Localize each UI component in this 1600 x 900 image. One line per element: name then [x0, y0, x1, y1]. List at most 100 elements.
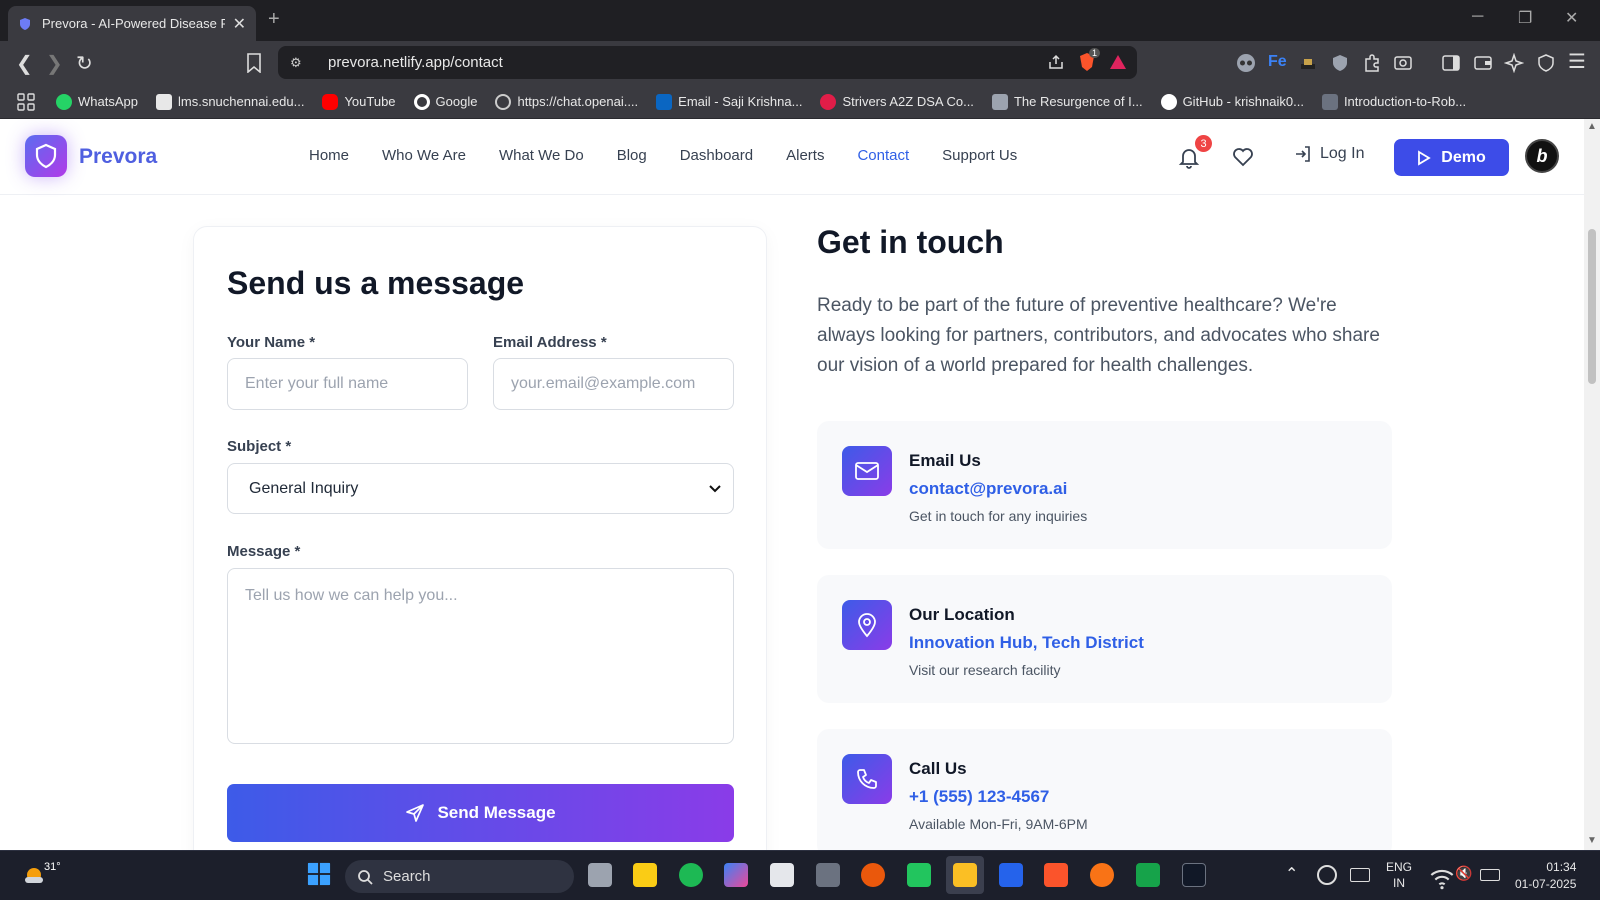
new-tab-button[interactable]: +: [268, 8, 280, 31]
speaker-muted-icon[interactable]: 🔇: [1455, 865, 1472, 882]
prevora-logo[interactable]: [25, 135, 67, 177]
forward-icon[interactable]: ❯: [46, 51, 63, 76]
page-scrollbar[interactable]: ▲ ▼: [1584, 119, 1600, 850]
brand-name[interactable]: Prevora: [79, 145, 157, 169]
pycharm-icon[interactable]: [907, 863, 931, 887]
address-bar[interactable]: ⚙ prevora.netlify.app/contact 1: [278, 46, 1137, 79]
powerpoint-icon[interactable]: [861, 863, 885, 887]
extension-shield-icon[interactable]: [1330, 53, 1350, 73]
share-icon[interactable]: [1047, 53, 1065, 71]
leo-ai-icon[interactable]: [1504, 53, 1524, 73]
minimize-icon[interactable]: ─: [1472, 8, 1483, 26]
brave-shields-icon[interactable]: 1: [1077, 48, 1101, 72]
bookmark-label: Google: [435, 94, 478, 109]
bookmark-strivers[interactable]: Strivers A2Z DSA Co...: [820, 93, 974, 110]
bookmark-whatsapp[interactable]: WhatsApp: [56, 93, 138, 110]
email-link[interactable]: contact@prevora.ai: [909, 479, 1067, 499]
bookmark-robotics[interactable]: Introduction-to-Rob...: [1321, 93, 1466, 110]
screenshot-icon[interactable]: [1393, 53, 1413, 73]
address-url[interactable]: prevora.netlify.app/contact: [328, 54, 503, 71]
keyboard-icon[interactable]: [1350, 868, 1370, 882]
nav-contact[interactable]: Contact: [857, 147, 909, 164]
taskbar-search[interactable]: Search: [345, 860, 574, 893]
nav-dashboard[interactable]: Dashboard: [680, 147, 753, 164]
windows-start-icon[interactable]: [307, 862, 331, 886]
scroll-up-icon[interactable]: ▲: [1587, 121, 1597, 132]
reload-icon[interactable]: ↻: [76, 51, 93, 76]
browser-tab-active[interactable]: Prevora - AI-Powered Disease Pr ✕: [8, 6, 256, 41]
terminal-icon[interactable]: [1182, 863, 1206, 887]
weather-widget[interactable]: 31°: [20, 861, 61, 889]
send-message-label: Send Message: [437, 803, 556, 822]
bookmark-email[interactable]: Email - Saji Krishna...: [656, 93, 802, 110]
tray-chevron-up-icon[interactable]: ⌃: [1285, 864, 1298, 884]
bookmark-chatgpt[interactable]: https://chat.openai....: [495, 93, 638, 110]
wallet-icon[interactable]: [1473, 53, 1493, 73]
whatsapp-icon: [56, 93, 72, 110]
clock-time: 01:34: [1546, 860, 1577, 874]
extension-hat-icon[interactable]: [1298, 53, 1318, 73]
task-view-icon[interactable]: [588, 863, 612, 887]
brave-rewards-icon[interactable]: [1109, 53, 1127, 71]
back-icon[interactable]: ❮: [16, 51, 33, 76]
extension-glasses-icon[interactable]: [1236, 53, 1256, 73]
demo-button[interactable]: Demo: [1394, 139, 1509, 176]
phone-link[interactable]: +1 (555) 123-4567: [909, 787, 1049, 807]
snipping-tool-icon[interactable]: [770, 863, 794, 887]
file-explorer-icon[interactable]: [953, 863, 977, 887]
email-input[interactable]: your.email@example.com: [493, 358, 734, 410]
vpn-icon[interactable]: [1536, 53, 1556, 73]
extension-fe-icon[interactable]: Fe: [1268, 53, 1288, 73]
firefox-icon[interactable]: [1090, 863, 1114, 887]
brave-shields-count: 1: [1089, 48, 1101, 58]
play-icon: [1418, 149, 1432, 166]
brave-icon[interactable]: [1044, 863, 1068, 887]
nav-alerts[interactable]: Alerts: [786, 147, 824, 164]
send-message-button[interactable]: Send Message: [227, 784, 734, 842]
restore-icon[interactable]: ❐: [1518, 8, 1532, 28]
location-link[interactable]: Innovation Hub, Tech District: [909, 633, 1144, 653]
mail-icon: [842, 446, 892, 496]
word-icon[interactable]: [999, 863, 1023, 887]
camera-icon[interactable]: [816, 863, 840, 887]
message-textarea[interactable]: Tell us how we can help you...: [227, 568, 734, 744]
site-settings-icon[interactable]: ⚙: [290, 55, 308, 71]
bookmark-google[interactable]: Google: [413, 93, 478, 110]
language-indicator[interactable]: ENG IN: [1386, 859, 1412, 891]
bookmark-icon[interactable]: [246, 53, 262, 73]
close-window-icon[interactable]: ✕: [1565, 8, 1578, 28]
sidebar-icon[interactable]: [1441, 53, 1461, 73]
apps-grid-icon[interactable]: [16, 92, 36, 112]
wifi-icon[interactable]: [1430, 867, 1454, 891]
shield-logo-icon: [35, 143, 57, 169]
bookmark-resurgence[interactable]: The Resurgence of I...: [991, 93, 1143, 110]
nav-blog[interactable]: Blog: [617, 147, 647, 164]
name-input[interactable]: Enter your full name: [227, 358, 468, 410]
spotify-icon[interactable]: [679, 863, 703, 887]
heart-icon[interactable]: [1231, 145, 1255, 169]
nav-support-us[interactable]: Support Us: [942, 147, 1017, 164]
clock[interactable]: 01:34 01-07-2025: [1515, 859, 1576, 893]
browser-menu-icon[interactable]: ☰: [1568, 49, 1586, 74]
nav-what-we-do[interactable]: What We Do: [499, 147, 584, 164]
nav-who-we-are[interactable]: Who We Are: [382, 147, 466, 164]
subject-selected-value: General Inquiry: [249, 479, 359, 497]
user-avatar[interactable]: b: [1525, 139, 1559, 173]
subject-select[interactable]: General Inquiry: [227, 463, 734, 514]
battery-icon[interactable]: [1480, 869, 1500, 881]
sticky-notes-icon[interactable]: [633, 863, 657, 887]
bookmark-github[interactable]: GitHub - krishnaik0...: [1160, 93, 1304, 110]
bookmark-youtube[interactable]: YouTube: [322, 93, 396, 110]
scroll-down-icon[interactable]: ▼: [1587, 835, 1597, 846]
phone-icon: [842, 754, 892, 804]
tab-close-icon[interactable]: ✕: [233, 14, 246, 34]
sync-icon[interactable]: [1317, 865, 1337, 885]
scrollbar-thumb[interactable]: [1588, 229, 1596, 384]
extensions-puzzle-icon[interactable]: [1362, 53, 1382, 73]
nav-home[interactable]: Home: [309, 147, 349, 164]
copilot-icon[interactable]: [724, 863, 748, 887]
login-button[interactable]: Log In: [1294, 145, 1364, 163]
tuf-icon: [820, 93, 837, 110]
bookmark-lms[interactable]: lms.snuchennai.edu...: [155, 93, 304, 110]
excel-icon[interactable]: [1136, 863, 1160, 887]
